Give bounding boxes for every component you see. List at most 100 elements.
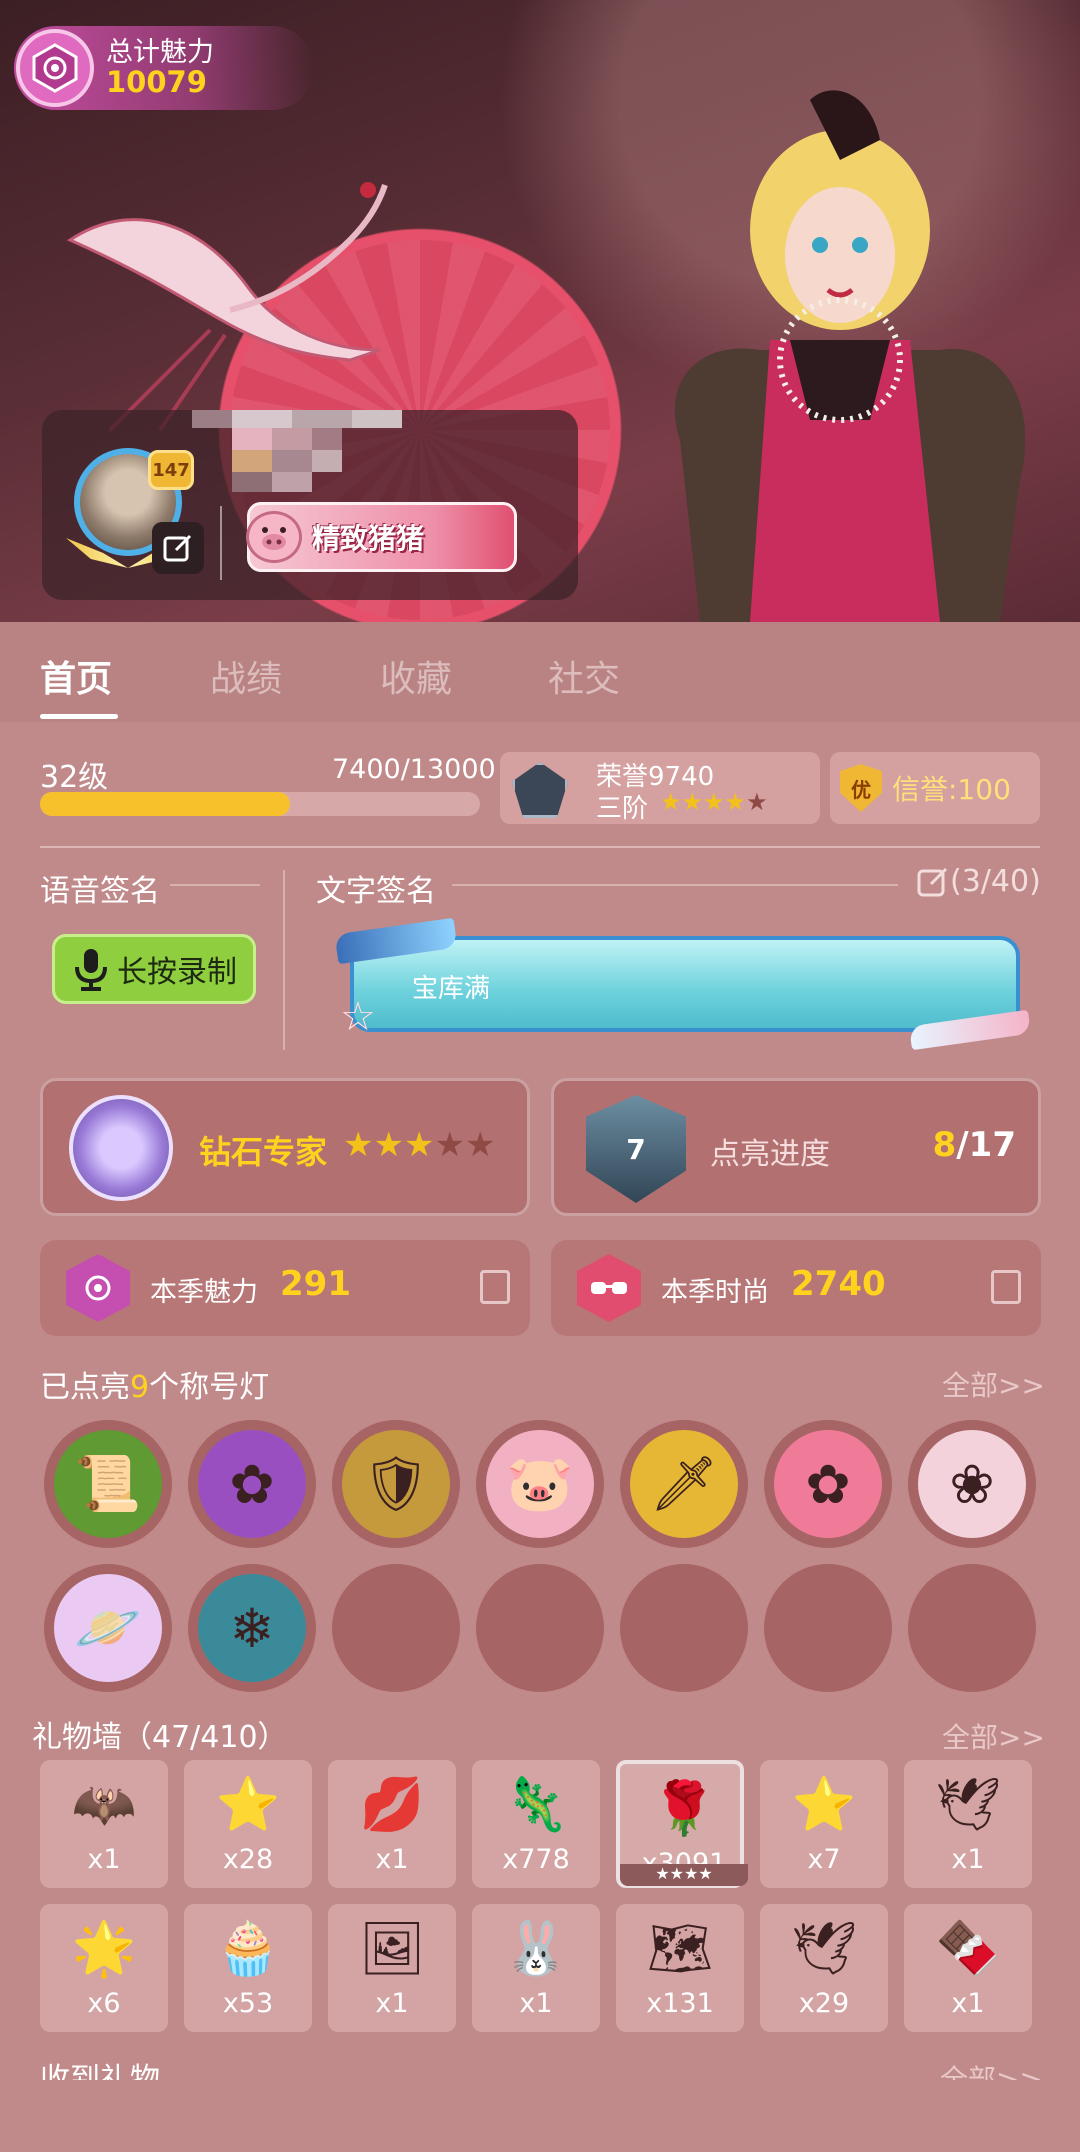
- star-icon: ★: [724, 788, 747, 816]
- treasure-map-icon: 🗺: [646, 1918, 713, 1979]
- gift-item[interactable]: 🧁 x53: [184, 1904, 312, 2032]
- star-icon: ★: [681, 788, 704, 816]
- golden-pet-icon: 🦎: [503, 1774, 569, 1835]
- gift-item[interactable]: 💋 x1: [328, 1760, 456, 1888]
- gift-item[interactable]: 🍫 x1: [904, 1904, 1032, 2032]
- gift-item[interactable]: 🕊 x29: [760, 1904, 888, 2032]
- title-light-slot[interactable]: 📜: [44, 1420, 172, 1548]
- gift-item[interactable]: ⭐ x7: [760, 1760, 888, 1888]
- purple-star-icon: 🌟: [71, 1918, 137, 1979]
- gift-item[interactable]: 🦇 x1: [40, 1760, 168, 1888]
- rank-stars: ★★★★★: [343, 1125, 495, 1165]
- season-fashion-value: 2740: [791, 1264, 886, 1304]
- honor-box[interactable]: 荣誉9740 三阶 ★★★★★: [500, 752, 820, 824]
- total-charm-badge[interactable]: 总计魅力 10079: [14, 26, 314, 110]
- paper-crane-icon: 🕊: [790, 1918, 857, 1979]
- title-light-slot[interactable]: ❀: [908, 1420, 1036, 1548]
- pig-icon: 🐷: [486, 1430, 594, 1538]
- photo-frame-icon: 🖼: [358, 1918, 425, 1979]
- empty-title-light-slot: [764, 1564, 892, 1692]
- gift-item[interactable]: 🗺 x131: [616, 1904, 744, 2032]
- tab-social[interactable]: 社交: [548, 650, 620, 702]
- dagger-icon: 🗡: [630, 1430, 738, 1538]
- received-gifts-all-link[interactable]: 全部>>: [940, 2060, 1043, 2080]
- star-icon: ★: [403, 1125, 435, 1165]
- gift-count: x1: [951, 1844, 985, 1875]
- edit-signature-button[interactable]: (3/40): [916, 864, 1041, 899]
- gift-item[interactable]: 🐰 x1: [472, 1904, 600, 2032]
- planet-icon: 🪐: [54, 1574, 162, 1682]
- rank-name: 钻石专家: [199, 1133, 328, 1171]
- season-charm-card[interactable]: 本季魅力 291: [40, 1240, 530, 1336]
- wolf-rank-emblem-icon: [69, 1095, 173, 1201]
- star-decoration-icon: ☆: [340, 994, 376, 1040]
- star-icon: ★: [464, 1125, 496, 1165]
- title-light-slot[interactable]: 🪐: [44, 1564, 172, 1692]
- credit-box[interactable]: 优 信誉:100: [830, 752, 1040, 824]
- title-light-slot[interactable]: ❄: [188, 1564, 316, 1692]
- gift-item[interactable]: 🌟 x6: [40, 1904, 168, 2032]
- star-icon: ★: [343, 1125, 374, 1165]
- title-light-slot[interactable]: 🗡: [620, 1420, 748, 1548]
- level-progress-fill: [40, 792, 291, 816]
- gift-item[interactable]: 🦎 x778: [472, 1760, 600, 1888]
- cupcake-icon: 🧁: [215, 1918, 281, 1979]
- honor-crest-icon: [512, 762, 568, 818]
- honor-tier: 三阶: [596, 794, 649, 824]
- record-voice-label: 长按录制: [117, 955, 237, 990]
- title-light-slot[interactable]: 🐷: [476, 1420, 604, 1548]
- received-gifts-title: 收到礼物: [40, 2062, 160, 2080]
- total-charm-value: 10079: [106, 64, 207, 99]
- light-progress-current: 8: [932, 1125, 957, 1165]
- card-divider: [220, 506, 222, 580]
- rank-card[interactable]: 钻石专家 ★★★★★: [40, 1078, 530, 1216]
- level-progress-bar: [40, 792, 480, 816]
- gift-item[interactable]: 🖼 x1: [328, 1904, 456, 2032]
- signature-char-count: (3/40): [950, 864, 1041, 899]
- tab-home[interactable]: 首页: [40, 650, 112, 702]
- record-voice-button[interactable]: 长按录制: [52, 934, 256, 1004]
- title-light-slot[interactable]: 🛡: [332, 1420, 460, 1548]
- gift-count: x28: [222, 1844, 274, 1875]
- white-rose-icon: ❀: [918, 1430, 1026, 1538]
- title-lights-suffix: 个称号灯: [149, 1370, 270, 1405]
- tab-records[interactable]: 战绩: [210, 650, 282, 702]
- title-lights-prefix: 已点亮: [40, 1370, 130, 1405]
- light-progress-card[interactable]: 7 点亮进度 8/17: [551, 1078, 1041, 1216]
- credit-shield-icon: 优: [840, 764, 882, 812]
- season-fashion-card[interactable]: 本季时尚 2740: [551, 1240, 1041, 1336]
- gift-count: x6: [87, 1988, 121, 2019]
- tab-collection[interactable]: 收藏: [380, 650, 452, 702]
- text-signature-title: 文字签名: [316, 874, 436, 909]
- voice-signature-title: 语音签名: [40, 874, 160, 909]
- text-signature-value: 宝库满: [412, 974, 491, 1004]
- text-title-line: [452, 884, 898, 886]
- rose-icon: 🌹: [651, 1778, 717, 1839]
- gift-wall-all-link[interactable]: 全部>>: [942, 1716, 1045, 1756]
- chocolate-heart-icon: 🍫: [935, 1918, 1001, 1979]
- profile-card: 147 精致猪猪: [42, 410, 578, 600]
- character-illustration: [674, 90, 1026, 622]
- gold-star-crest-icon: ⭐: [215, 1774, 281, 1835]
- title-lights-all-link[interactable]: 全部>>: [942, 1364, 1045, 1404]
- gift-count: x7: [807, 1844, 841, 1875]
- gift-item[interactable]: 🕊 x1: [904, 1760, 1032, 1888]
- edit-profile-button[interactable]: [152, 522, 204, 574]
- gift-item[interactable]: 🌹x3091★★★★: [616, 1760, 748, 1888]
- text-signature-frame[interactable]: ☆ 宝库满: [334, 917, 1032, 1051]
- gift-item[interactable]: ⭐ x28: [184, 1760, 312, 1888]
- purple-seal-icon: ✿: [198, 1430, 306, 1538]
- sunglasses-icon: [577, 1254, 641, 1322]
- title-plate[interactable]: 精致猪猪: [246, 502, 517, 572]
- title-light-slot[interactable]: ✿: [764, 1420, 892, 1548]
- gift-count: x1: [375, 1844, 409, 1875]
- document-icon[interactable]: [991, 1270, 1021, 1304]
- star-icon: ★: [660, 788, 682, 816]
- level-label: 32级: [40, 760, 109, 795]
- level-exp-text: 7400/13000: [332, 754, 496, 785]
- gift-count: x53: [222, 1988, 274, 2019]
- title-light-slot[interactable]: ✿: [188, 1420, 316, 1548]
- season-fashion-label: 本季时尚: [661, 1277, 769, 1308]
- title-lights-heading: 已点亮9个称号灯: [40, 1362, 269, 1406]
- document-icon[interactable]: [480, 1270, 510, 1304]
